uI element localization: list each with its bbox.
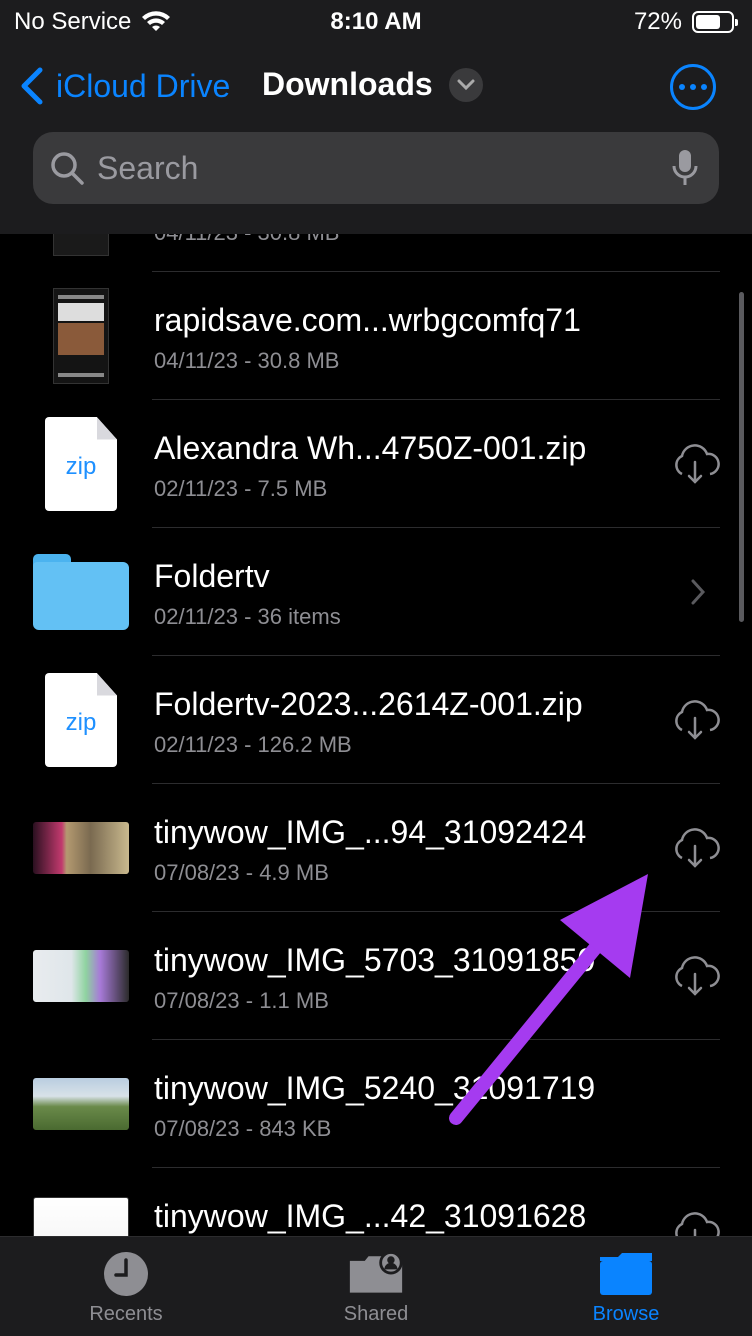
folder-icon (598, 1249, 654, 1299)
navigation-header: iCloud Drive Downloads (0, 44, 752, 234)
folder-title-button[interactable]: Downloads (262, 66, 483, 103)
list-item[interactable]: 04/11/23 - 30.8 MB (0, 234, 752, 272)
shared-folder-icon (348, 1249, 404, 1299)
zip-file-icon: zip (32, 671, 130, 769)
chevron-down-icon (448, 67, 483, 102)
file-name: tinywow_IMG_...94_31092424 (154, 814, 587, 850)
file-meta: 07/08/23 - 1.1 MB (154, 988, 329, 1013)
file-name: Alexandra Wh...4750Z-001.zip (154, 430, 587, 466)
status-right: 72% (633, 8, 738, 36)
back-button[interactable]: iCloud Drive (18, 66, 230, 106)
battery-icon (692, 11, 738, 33)
ellipsis-dot (701, 84, 707, 90)
file-meta: 02/11/23 - 126.2 MB (154, 732, 352, 757)
tab-label: Recents (89, 1303, 163, 1325)
tab-recents[interactable]: Recents (26, 1249, 226, 1336)
file-meta: 02/11/23 - 7.5 MB (154, 476, 328, 501)
file-meta: 04/11/23 - 30.8 MB (154, 234, 340, 246)
zip-label: zip (65, 453, 97, 480)
list-item[interactable]: tinywow_IMG_5703_31091850 07/08/23 - 1.1… (0, 912, 752, 1040)
more-options-button[interactable] (670, 64, 716, 110)
folder-icon (32, 543, 130, 641)
image-thumbnail (32, 799, 130, 897)
tab-bar: Recents Shared Browse (0, 1236, 752, 1336)
file-name: Foldertv (154, 558, 270, 594)
image-thumbnail (32, 1055, 130, 1153)
file-meta: 07/08/23 - 4.9 MB (154, 860, 329, 885)
scroll-indicator[interactable] (739, 292, 744, 622)
list-item[interactable]: Foldertv 02/11/23 - 36 items (0, 528, 752, 656)
list-item[interactable]: zip Alexandra Wh...4750Z-001.zip 02/11/2… (0, 400, 752, 528)
zip-label: zip (65, 709, 97, 736)
image-thumbnail (32, 1183, 130, 1236)
cloud-download-icon[interactable] (670, 1210, 720, 1236)
search-input[interactable] (97, 132, 657, 204)
file-list[interactable]: 04/11/23 - 30.8 MB rapidsave.com...wrbgc… (0, 234, 752, 1236)
status-bar: No Service 8:10 AM 72% (0, 0, 752, 44)
list-item[interactable]: tinywow_IMG_...42_31091628 (0, 1168, 752, 1236)
clock-icon (98, 1249, 154, 1299)
battery-fill (696, 15, 721, 29)
microphone-icon[interactable] (669, 148, 701, 188)
tab-shared[interactable]: Shared (276, 1249, 476, 1336)
file-name: tinywow_IMG_5703_31091850 (154, 942, 596, 978)
battery-percent: 72% (633, 8, 682, 35)
list-item[interactable]: zip Foldertv-2023...2614Z-001.zip 02/11/… (0, 656, 752, 784)
tab-browse[interactable]: Browse (526, 1249, 726, 1336)
back-label: iCloud Drive (56, 67, 231, 104)
video-thumbnail (32, 234, 130, 257)
list-item[interactable]: tinywow_IMG_5240_31091719 07/08/23 - 843… (0, 1040, 752, 1168)
file-name: rapidsave.com...wrbgcomfq71 (154, 302, 581, 338)
chevron-right-icon (691, 579, 706, 605)
ellipsis-icon (679, 84, 685, 90)
chevron-left-icon (21, 67, 43, 105)
tab-label: Shared (343, 1303, 409, 1325)
zip-file-icon: zip (32, 415, 130, 513)
cloud-download-icon[interactable] (670, 954, 720, 998)
search-icon (51, 152, 84, 185)
list-item[interactable]: tinywow_IMG_...94_31092424 07/08/23 - 4.… (0, 784, 752, 912)
ellipsis-dot (690, 84, 696, 90)
search-bar[interactable] (33, 132, 719, 204)
cloud-download-icon[interactable] (670, 826, 720, 870)
image-thumbnail (32, 927, 130, 1025)
file-meta: 04/11/23 - 30.8 MB (154, 348, 340, 373)
file-name: Foldertv-2023...2614Z-001.zip (154, 686, 583, 722)
file-name: tinywow_IMG_5240_31091719 (154, 1070, 596, 1106)
file-meta: 07/08/23 - 843 KB (154, 1116, 332, 1141)
file-meta: 02/11/23 - 36 items (154, 604, 341, 629)
cloud-download-icon[interactable] (670, 698, 720, 742)
cloud-download-icon[interactable] (670, 442, 720, 486)
tab-label: Browse (592, 1303, 660, 1325)
video-thumbnail (32, 287, 130, 385)
file-name: tinywow_IMG_...42_31091628 (154, 1198, 587, 1234)
list-item[interactable]: rapidsave.com...wrbgcomfq71 04/11/23 - 3… (0, 272, 752, 400)
page-title: Downloads (262, 66, 433, 102)
